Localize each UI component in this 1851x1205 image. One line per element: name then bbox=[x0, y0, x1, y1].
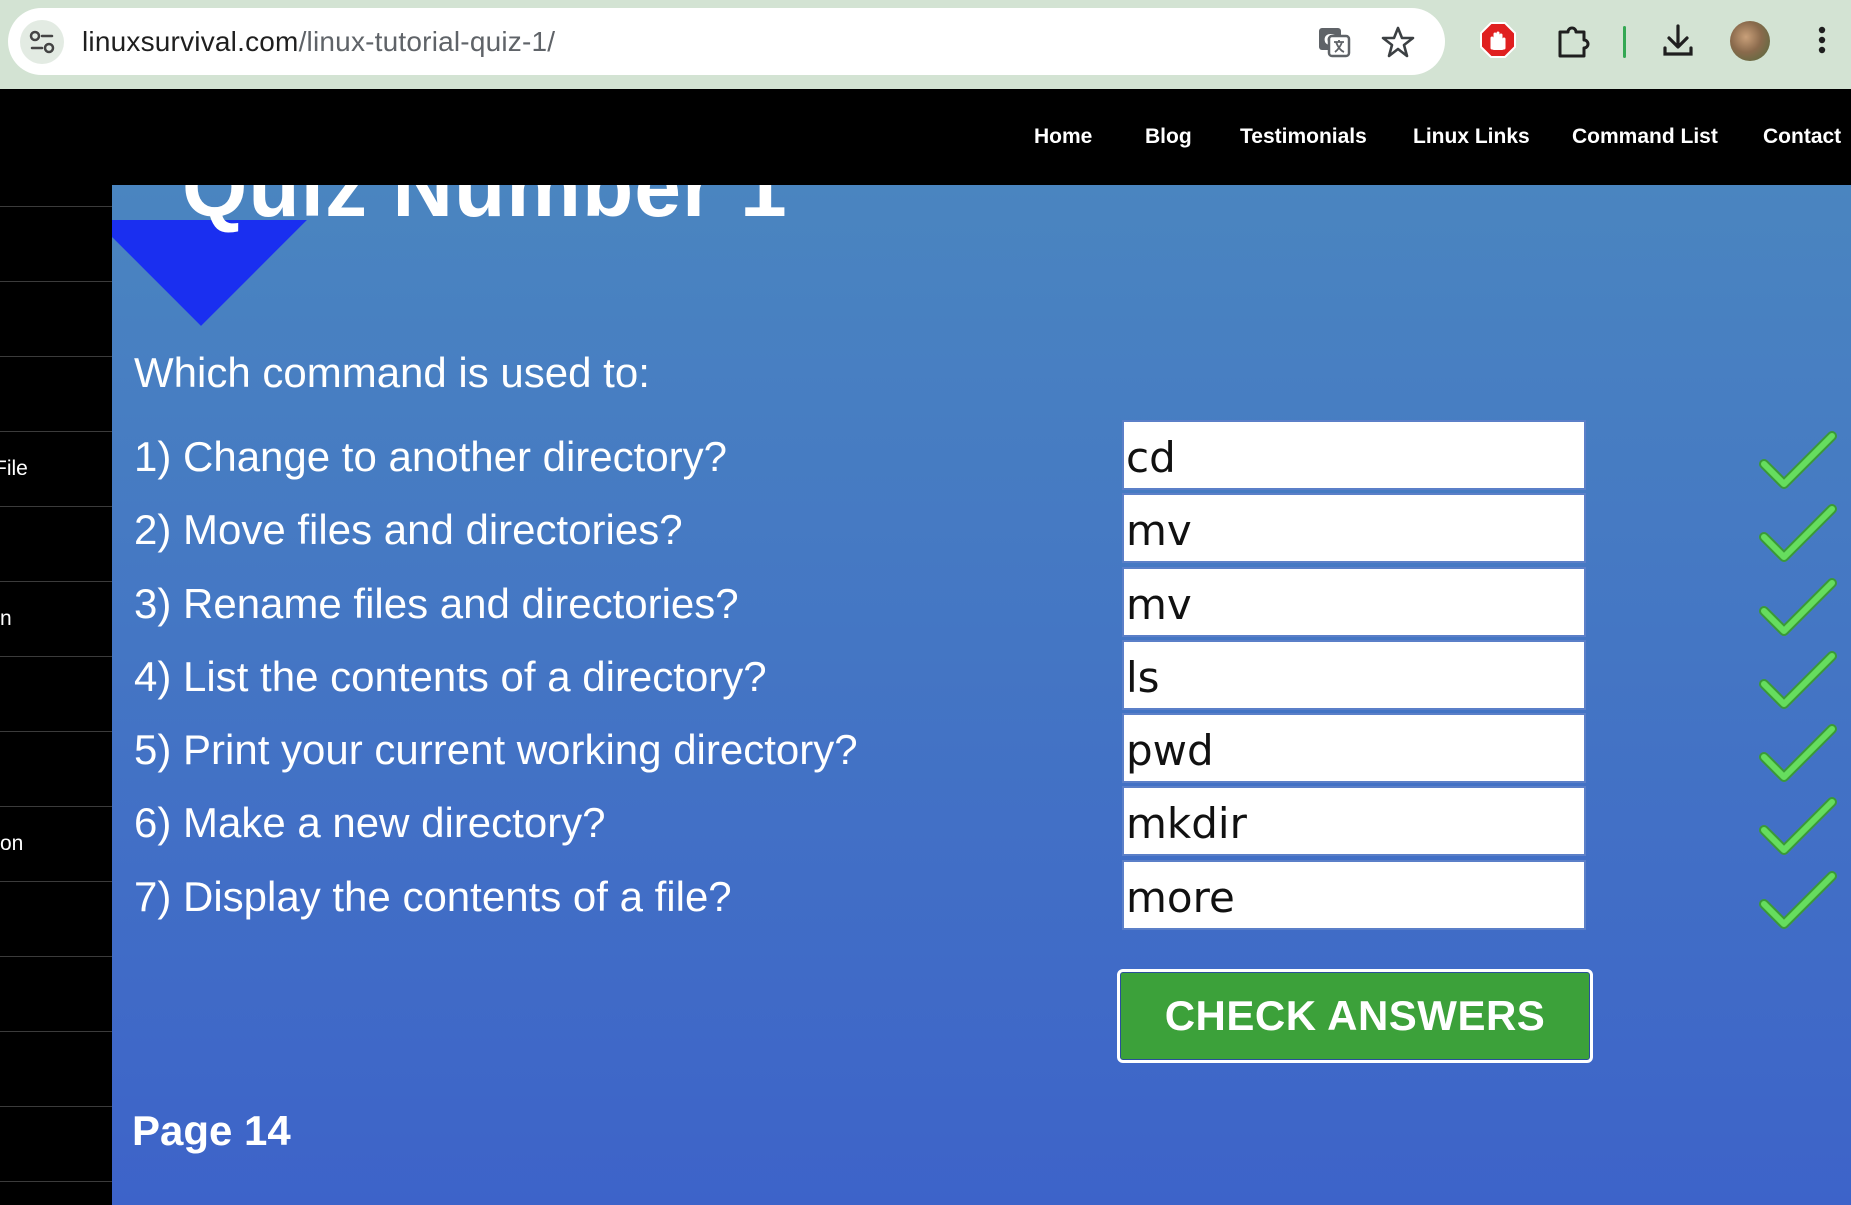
sidebar-divider bbox=[0, 956, 112, 957]
download-icon[interactable] bbox=[1658, 20, 1698, 60]
answer-input-6[interactable] bbox=[1122, 786, 1586, 856]
check-answers-button[interactable]: CHECK ANSWERS bbox=[1117, 969, 1593, 1063]
toolbar-separator bbox=[1623, 26, 1626, 58]
nav-home[interactable]: Home bbox=[1034, 125, 1092, 149]
url-path: /linux-tutorial-quiz-1/ bbox=[298, 26, 556, 57]
nav-blog[interactable]: Blog bbox=[1145, 125, 1192, 149]
url-text[interactable]: linuxsurvival.com/linux-tutorial-quiz-1/ bbox=[82, 26, 555, 58]
correct-check-icon bbox=[1759, 724, 1837, 782]
sidebar-divider bbox=[0, 206, 112, 207]
sidebar-divider bbox=[0, 506, 112, 507]
question-2: 2) Move files and directories? bbox=[134, 506, 683, 553]
question-4: 4) List the contents of a directory? bbox=[134, 653, 767, 700]
correct-check-icon bbox=[1759, 504, 1837, 562]
more-menu-icon[interactable] bbox=[1802, 20, 1842, 60]
sidebar-item-label: on bbox=[0, 832, 24, 855]
nav-testimonials[interactable]: Testimonials bbox=[1240, 125, 1367, 149]
answer-input-1[interactable] bbox=[1122, 420, 1586, 490]
bookmark-star-icon[interactable] bbox=[1380, 24, 1416, 60]
question-3: 3) Rename files and directories? bbox=[134, 580, 739, 627]
site-info-icon[interactable] bbox=[20, 20, 64, 64]
sidebar-divider bbox=[0, 1031, 112, 1032]
nav-linux-links[interactable]: Linux Links bbox=[1413, 125, 1530, 149]
sidebar-divider bbox=[0, 806, 112, 807]
question-6: 6) Make a new directory? bbox=[134, 799, 606, 846]
site-navigation: Home Blog Testimonials Linux Links Comma… bbox=[0, 89, 1851, 185]
answer-input-3[interactable] bbox=[1122, 567, 1586, 637]
profile-avatar[interactable] bbox=[1730, 21, 1770, 61]
address-bar[interactable]: linuxsurvival.com/linux-tutorial-quiz-1/… bbox=[8, 8, 1445, 75]
answer-input-2[interactable] bbox=[1122, 493, 1586, 563]
extensions-puzzle-icon[interactable] bbox=[1552, 20, 1592, 60]
url-host: linuxsurvival.com bbox=[82, 26, 299, 57]
sidebar-divider bbox=[0, 656, 112, 657]
question-5: 5) Print your current working directory? bbox=[134, 726, 858, 773]
sidebar-divider bbox=[0, 581, 112, 582]
adblock-stop-icon[interactable] bbox=[1478, 20, 1518, 60]
page-number-label: Page 14 bbox=[132, 1107, 291, 1154]
sidebar-divider bbox=[0, 1106, 112, 1107]
quiz-prompt: Which command is used to: bbox=[134, 349, 650, 396]
sidebar-item-label: File bbox=[0, 457, 28, 480]
nav-command-list[interactable]: Command List bbox=[1572, 125, 1718, 149]
sidebar-item-label: n bbox=[0, 607, 12, 630]
correct-check-icon bbox=[1759, 651, 1837, 709]
sidebar-divider bbox=[0, 1181, 112, 1182]
sidebar-item-on[interactable]: on bbox=[0, 832, 30, 856]
sidebar: File n on bbox=[0, 185, 112, 1205]
nav-contact[interactable]: Contact bbox=[1763, 125, 1841, 149]
sidebar-divider bbox=[0, 356, 112, 357]
sidebar-item-n[interactable]: n bbox=[0, 607, 20, 631]
correct-check-icon bbox=[1759, 797, 1837, 855]
sidebar-divider bbox=[0, 881, 112, 882]
sidebar-item-file[interactable]: File bbox=[0, 457, 30, 481]
browser-toolbar: linuxsurvival.com/linux-tutorial-quiz-1/… bbox=[0, 0, 1851, 90]
answer-input-7[interactable] bbox=[1122, 860, 1586, 930]
correct-check-icon bbox=[1759, 431, 1837, 489]
correct-check-icon bbox=[1759, 871, 1837, 929]
sidebar-divider bbox=[0, 731, 112, 732]
sidebar-divider bbox=[0, 431, 112, 432]
question-1: 1) Change to another directory? bbox=[134, 433, 728, 480]
answer-input-5[interactable] bbox=[1122, 713, 1586, 783]
translate-icon[interactable]: G bbox=[1316, 24, 1352, 60]
question-7: 7) Display the contents of a file? bbox=[134, 873, 732, 920]
answer-input-4[interactable] bbox=[1122, 640, 1586, 710]
quiz-title: Quiz Number 1 bbox=[182, 185, 788, 234]
quiz-content: Quiz Number 1 Which command is used to: … bbox=[112, 185, 1851, 1205]
correct-check-icon bbox=[1759, 578, 1837, 636]
sidebar-divider bbox=[0, 281, 112, 282]
